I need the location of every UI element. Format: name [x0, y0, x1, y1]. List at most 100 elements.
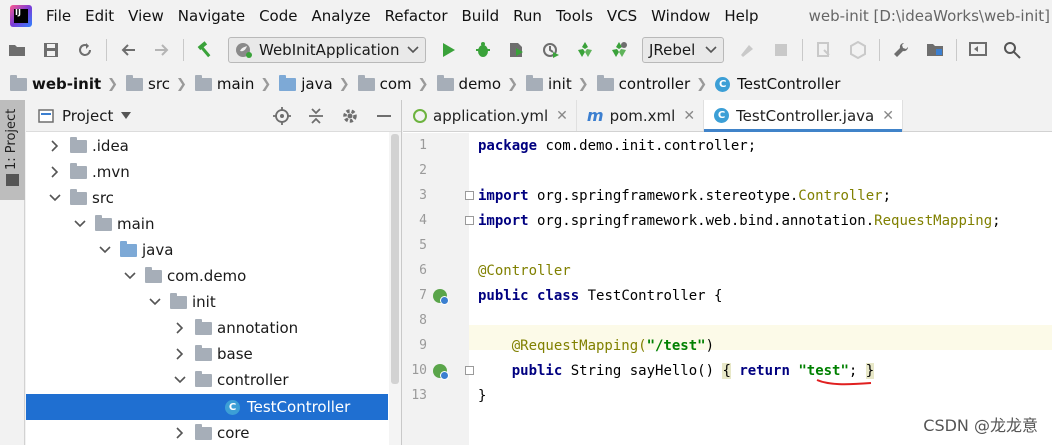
menu-edit[interactable]: Edit — [85, 7, 114, 25]
run-play-icon[interactable] — [439, 40, 459, 60]
menu-refactor[interactable]: Refactor — [385, 7, 448, 25]
debug-bug-icon[interactable] — [473, 40, 493, 60]
scrollbar-thumb[interactable] — [391, 134, 399, 384]
jrebel-run-icon[interactable] — [575, 40, 595, 60]
menu-file[interactable]: File — [46, 7, 71, 25]
package-icon — [145, 266, 162, 283]
breadcrumb-item-testcontroller[interactable]: C TestController — [715, 75, 840, 93]
chevron-down-icon[interactable] — [173, 373, 187, 387]
tree-item-mvn[interactable]: .mvn — [26, 159, 388, 185]
tree-item-java[interactable]: java — [26, 237, 388, 263]
menu-tools[interactable]: Tools — [556, 7, 593, 25]
vcs-commit-icon[interactable] — [848, 40, 868, 60]
run-configuration-dropdown[interactable]: WebInitApplication — [228, 37, 426, 63]
stop-icon[interactable] — [771, 40, 791, 60]
chevron-right-icon[interactable] — [173, 347, 187, 361]
tab-pom-xml[interactable]: m pom.xml ✕ — [577, 100, 705, 131]
tree-item-init[interactable]: init — [26, 289, 388, 315]
project-tree-scrollbar[interactable] — [389, 132, 401, 445]
chevron-down-icon[interactable] — [73, 217, 87, 231]
presentation-icon[interactable] — [968, 40, 988, 60]
sync-icon[interactable] — [75, 40, 95, 60]
code-token: ; — [992, 212, 1001, 229]
breadcrumb-item-java[interactable]: java ❯ — [279, 74, 357, 93]
caret-down-icon[interactable] — [121, 112, 132, 119]
minimize-icon[interactable] — [375, 107, 393, 125]
breadcrumb-item-main[interactable]: main ❯ — [194, 74, 279, 93]
tree-item-com-demo[interactable]: com.demo — [26, 263, 388, 289]
breadcrumb-item-controller[interactable]: controller ❯ — [596, 74, 715, 93]
tree-item-label: init — [192, 293, 216, 311]
menu-run[interactable]: Run — [513, 7, 542, 25]
window-title: web-init [D:\ideaWorks\web-init] — [808, 7, 1050, 25]
chevron-down-icon[interactable] — [123, 269, 137, 283]
vcs-update-icon[interactable] — [814, 40, 834, 60]
spring-request-mapping-gutter-icon[interactable] — [433, 364, 449, 380]
menu-window[interactable]: Window — [651, 7, 710, 25]
code-text-area[interactable]: package com.demo.init.controller; import… — [469, 133, 1052, 445]
menu-help[interactable]: Help — [724, 7, 758, 25]
attach-debugger-icon[interactable] — [737, 40, 757, 60]
jrebel-dropdown[interactable]: JRebel — [642, 37, 724, 63]
menu-code[interactable]: Code — [259, 7, 297, 25]
locate-target-icon[interactable] — [273, 106, 291, 125]
open-folder-icon[interactable] — [7, 40, 27, 60]
back-arrow-icon[interactable] — [118, 40, 138, 60]
gear-icon[interactable] — [341, 107, 359, 125]
chevron-down-icon[interactable] — [98, 243, 112, 257]
package-icon — [436, 74, 454, 91]
chevron-right-icon[interactable] — [173, 426, 187, 440]
keyword-token: public — [478, 287, 529, 304]
chevron-right-icon: ❯ — [507, 76, 518, 92]
tree-item-src[interactable]: src — [26, 185, 388, 211]
package-icon — [357, 74, 375, 91]
forward-arrow-icon[interactable] — [152, 40, 172, 60]
tree-item-annotation[interactable]: annotation — [26, 315, 388, 341]
keyword-token: package — [478, 137, 538, 154]
breadcrumb-item-init[interactable]: init ❯ — [526, 74, 597, 93]
build-hammer-icon[interactable] — [195, 40, 215, 60]
tab-label: application.yml — [433, 106, 549, 125]
settings-wrench-icon[interactable] — [891, 40, 911, 60]
tree-item-core[interactable]: core — [26, 420, 388, 445]
close-icon[interactable]: ✕ — [683, 108, 695, 124]
chevron-right-icon[interactable] — [48, 165, 62, 179]
run-with-coverage-icon[interactable] — [507, 40, 527, 60]
tree-item-testcontroller[interactable]: C TestController — [26, 394, 388, 420]
breadcrumb-item-src[interactable]: src ❯ — [126, 74, 195, 93]
tree-item-main[interactable]: main — [26, 211, 388, 237]
menu-view[interactable]: View — [128, 7, 164, 25]
search-icon[interactable] — [1002, 40, 1022, 60]
tab-application-yml[interactable]: application.yml ✕ — [403, 100, 577, 131]
breadcrumb-item-demo[interactable]: demo ❯ — [436, 74, 526, 93]
menu-navigate[interactable]: Navigate — [178, 7, 245, 25]
breadcrumb-item-web-init[interactable]: web-init ❯ — [10, 74, 126, 93]
breadcrumb-label: init — [548, 75, 572, 93]
jrebel-debug-icon[interactable] — [609, 40, 629, 60]
chevron-down-icon[interactable] — [148, 295, 162, 309]
project-tool-window-tab[interactable]: 1: Project — [0, 100, 25, 200]
chevron-right-icon[interactable] — [48, 139, 62, 153]
menu-analyze[interactable]: Analyze — [311, 7, 370, 25]
package-icon — [195, 344, 212, 361]
project-panel-title[interactable]: Project — [62, 107, 113, 125]
tree-item-idea[interactable]: .idea — [26, 133, 388, 159]
menu-build[interactable]: Build — [462, 7, 500, 25]
tree-item-controller[interactable]: controller — [26, 367, 388, 393]
profiler-icon[interactable] — [541, 40, 561, 60]
project-structure-icon[interactable] — [925, 40, 945, 60]
keyword-token: class — [537, 287, 580, 304]
close-icon[interactable]: ✕ — [882, 108, 894, 124]
spring-bean-gutter-icon[interactable] — [433, 289, 449, 305]
breadcrumb-label: web-init — [32, 75, 102, 93]
tab-testcontroller-java[interactable]: C TestController.java ✕ — [704, 100, 903, 132]
line-number: 9 — [419, 338, 427, 353]
chevron-down-icon[interactable] — [48, 191, 62, 205]
tree-item-base[interactable]: base — [26, 341, 388, 367]
menu-vcs[interactable]: VCS — [607, 7, 637, 25]
chevron-right-icon[interactable] — [173, 321, 187, 335]
collapse-all-icon[interactable] — [307, 107, 325, 125]
breadcrumb-item-com[interactable]: com ❯ — [357, 74, 437, 93]
close-icon[interactable]: ✕ — [556, 108, 568, 124]
save-all-icon[interactable] — [41, 40, 61, 60]
